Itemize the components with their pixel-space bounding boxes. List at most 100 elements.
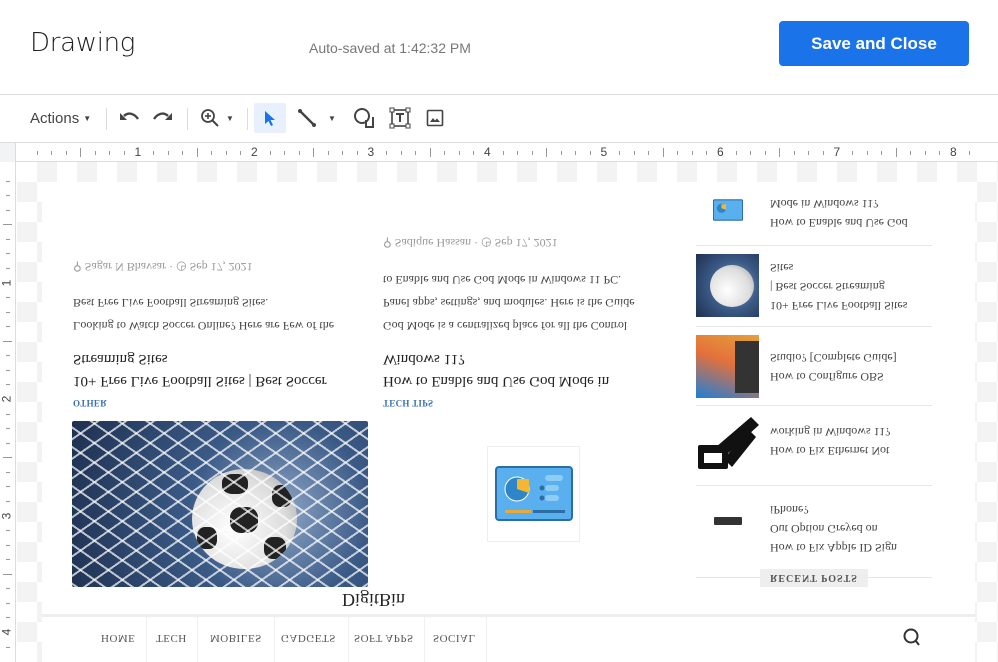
- ruler-tick: [691, 151, 693, 155]
- recent-posts-heading: RECENT POSTS: [760, 569, 868, 587]
- post-excerpt-line: Panel apps, settings, and modules. Here …: [383, 296, 635, 310]
- recent-posts-sidebar: RECENT POSTS How to Fix Apple ID Sign Ou…: [696, 182, 932, 662]
- ruler-tick: [6, 588, 10, 590]
- recent-post-title-line: How to Enable and Use God: [770, 216, 908, 230]
- post-title: 10+ Free Live Football Sites | Best Socc…: [73, 348, 327, 392]
- recent-post-title: How to Fix Apple ID Sign Out Option Grey…: [770, 500, 935, 557]
- ruler-number: 7: [833, 145, 841, 159]
- zoom-menu[interactable]: ▼: [196, 103, 238, 133]
- post-excerpt-line: Best Free Live Football Streaming Sites.: [73, 296, 269, 310]
- ruler-tick: [968, 151, 970, 155]
- recent-post-item: How to Enable and Use God Mode in Window…: [696, 184, 932, 244]
- recent-post-title-line: Sites: [770, 261, 794, 275]
- soccer-ball: [710, 265, 754, 307]
- ruler-tick: [866, 151, 868, 155]
- recent-post-thumb: [696, 335, 759, 398]
- ruler-tick: [342, 151, 344, 155]
- ruler-tick: [167, 151, 169, 155]
- football-post-image: [72, 421, 368, 587]
- ruler-tick: [109, 151, 111, 155]
- post-author: Sagar N Bhavsar: [84, 260, 167, 274]
- line-options-dropdown[interactable]: ▼: [322, 103, 342, 133]
- ruler-tick: [633, 151, 635, 155]
- goal-net: [72, 421, 368, 587]
- ruler-tick: [852, 151, 854, 155]
- recent-post-thumb: [696, 490, 759, 553]
- post-title-line: Windows 11?: [383, 351, 465, 367]
- ruler-number: 3: [367, 145, 375, 159]
- inserted-image-flipped-webpage[interactable]: HOME TECH MOBILES GADGETS SOFT APPS SOCI…: [42, 182, 975, 662]
- toolbar-divider: [187, 108, 188, 130]
- recent-post-thumb: [696, 179, 759, 242]
- ruler-tick: [881, 151, 883, 155]
- post-category: OTHER: [73, 398, 108, 408]
- recent-post-thumb: [696, 254, 759, 317]
- ruler-tick: [6, 209, 10, 211]
- horizontal-ruler: 1 2 3 4 5 6 7 8: [0, 142, 998, 162]
- textbox-tool[interactable]: [386, 103, 414, 133]
- ruler-number: 3: [0, 512, 14, 519]
- control-panel-icon: [494, 466, 573, 522]
- toolbar: Actions ▼ ▼ ▼: [0, 96, 998, 142]
- recent-post-title-line: Mode in Windows 11?: [770, 197, 879, 211]
- ruler-tick: [531, 151, 533, 155]
- ruler-tick: [793, 151, 795, 155]
- ruler-tick: [458, 151, 460, 155]
- ruler-tick: [6, 486, 10, 488]
- ruler-tick: [400, 151, 402, 155]
- post-date: Sep 17, 2021: [494, 236, 558, 250]
- ruler-tick: [924, 151, 926, 155]
- ruler-tick: [269, 151, 271, 155]
- drawing-canvas[interactable]: HOME TECH MOBILES GADGETS SOFT APPS SOCI…: [17, 162, 998, 662]
- select-tool[interactable]: [254, 103, 286, 133]
- nav-item-gadgets: GADGETS: [269, 614, 349, 662]
- nav-item-home: HOME: [90, 614, 148, 662]
- ruler-tick: [298, 151, 300, 155]
- ruler-tick: [895, 148, 897, 157]
- nav-item-social: SOCIAL: [423, 614, 487, 662]
- author-icon: ⚲: [73, 260, 85, 274]
- nav-item-mobiles: MOBILES: [198, 614, 275, 662]
- ruler-tick: [3, 224, 12, 226]
- post-excerpt-line: Looking to Watch Soccer Online? Here are…: [73, 319, 335, 333]
- ruler-tick: [764, 151, 766, 155]
- ruler-tick: [6, 442, 10, 444]
- undo-button[interactable]: [114, 103, 144, 133]
- ruler-tick: [327, 151, 329, 155]
- ruler-number: 2: [251, 145, 258, 159]
- vertical-ruler: 1 2 3 4: [0, 162, 16, 662]
- author-icon: ⚲: [383, 236, 395, 250]
- save-and-close-button[interactable]: Save and Close: [779, 21, 969, 66]
- post-title: How to Enable and Use God Mode in Window…: [383, 348, 609, 392]
- ruler-tick: [502, 151, 504, 155]
- ruler-tick: [36, 151, 38, 155]
- image-tool[interactable]: [422, 103, 448, 133]
- site-logo: DigitBin: [342, 590, 406, 610]
- redo-button[interactable]: [148, 103, 178, 133]
- ruler-tick: [6, 355, 10, 357]
- ruler-tick: [662, 148, 664, 157]
- post-date: Sep 17, 2021: [189, 260, 253, 274]
- line-tool[interactable]: [294, 103, 320, 133]
- toolbar-divider: [247, 108, 248, 130]
- dialog-header: Drawing Auto-saved at 1:42:32 PM Save an…: [0, 0, 998, 95]
- ruler-tick: [415, 151, 417, 155]
- zoom-icon: [201, 109, 219, 127]
- ruler-tick: [6, 544, 10, 546]
- shape-icon: [354, 108, 374, 128]
- ruler-tick: [6, 180, 10, 182]
- ruler-tick: [677, 151, 679, 155]
- shape-tool[interactable]: [350, 103, 378, 133]
- image-icon: [426, 109, 444, 127]
- ruler-tick: [6, 559, 10, 561]
- ruler-tick: [182, 151, 184, 155]
- recent-post-thumb: [696, 414, 759, 477]
- ruler-tick: [6, 369, 10, 371]
- ruler-tick: [6, 195, 10, 197]
- nav-item-soft-apps: SOFT APPS: [344, 614, 425, 662]
- actions-menu[interactable]: Actions ▼: [22, 103, 99, 133]
- ruler-tick: [6, 267, 10, 269]
- nav-item-tech: TECH: [146, 614, 198, 662]
- ruler-tick: [65, 151, 67, 155]
- ruler-tick: [6, 471, 10, 473]
